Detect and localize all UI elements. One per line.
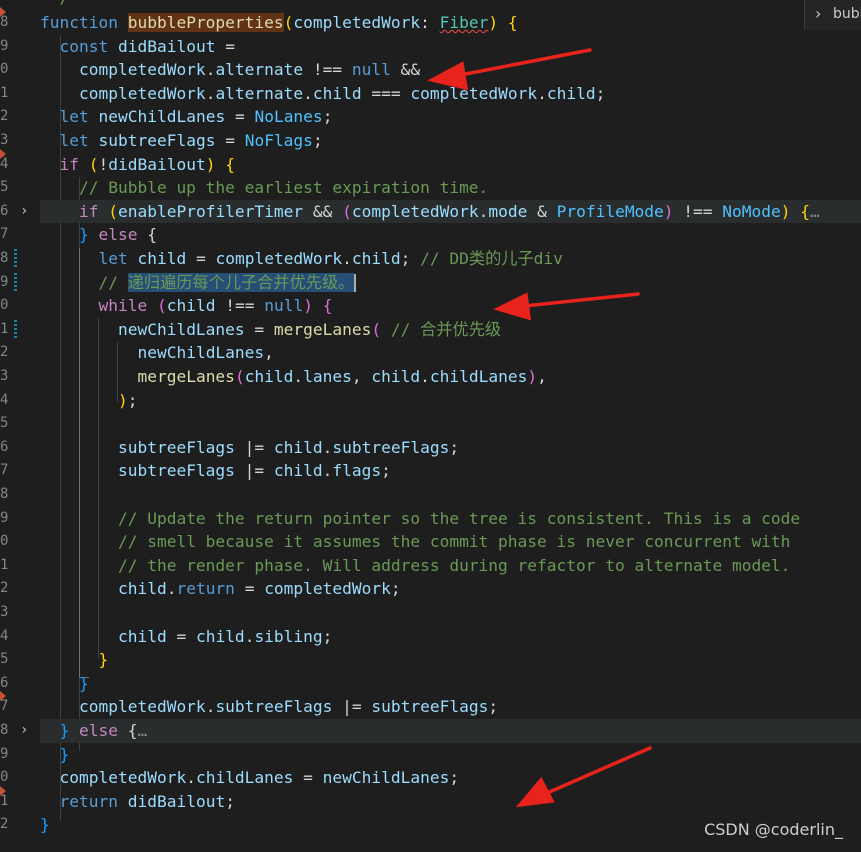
annotation-arrows bbox=[427, 48, 652, 808]
red-arrow bbox=[427, 48, 592, 91]
red-arrow bbox=[493, 292, 640, 321]
red-arrow bbox=[515, 746, 652, 808]
